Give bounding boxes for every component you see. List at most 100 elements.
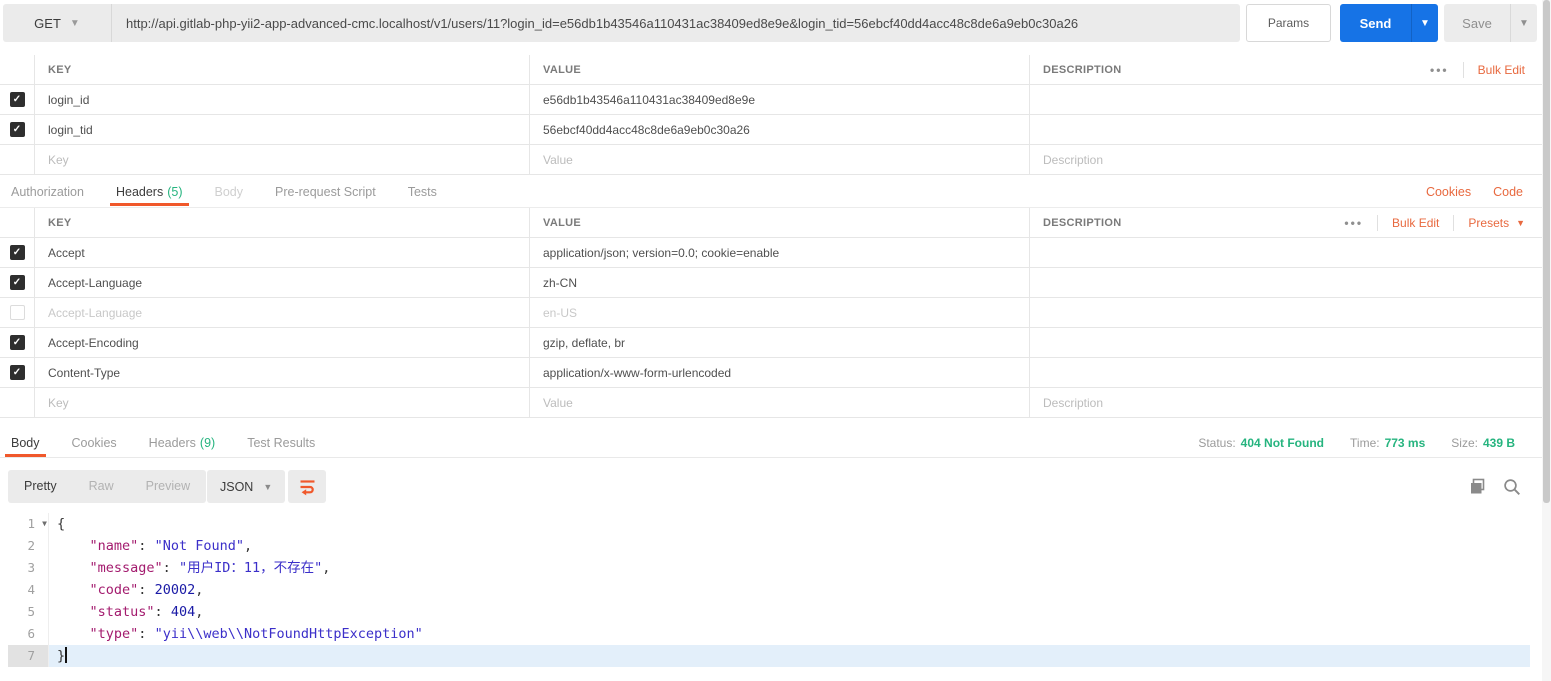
- description-field[interactable]: Description: [1030, 145, 1551, 174]
- description-field[interactable]: [1030, 115, 1551, 144]
- key-field[interactable]: Accept-Encoding: [35, 328, 530, 357]
- view-mode-raw[interactable]: Raw: [73, 470, 130, 503]
- tab-authorization[interactable]: Authorization: [8, 177, 87, 206]
- description-field[interactable]: [1030, 298, 1551, 327]
- cookies-link[interactable]: Cookies: [1426, 185, 1471, 199]
- row-checkbox[interactable]: [10, 305, 25, 320]
- copy-icon[interactable]: [1470, 478, 1487, 495]
- checkbox-cell: ✓: [0, 328, 35, 357]
- checkbox-cell: ✓: [0, 268, 35, 297]
- size-label: Size:: [1451, 436, 1478, 450]
- tab-pre-request-script[interactable]: Pre-request Script: [272, 177, 379, 206]
- bulk-edit-link[interactable]: Bulk Edit: [1464, 63, 1551, 77]
- tab-cookies[interactable]: Cookies: [69, 428, 120, 457]
- tab-body[interactable]: Body: [212, 177, 247, 206]
- params-button[interactable]: Params: [1246, 4, 1331, 42]
- tab-label: Headers: [149, 436, 196, 450]
- row-checkbox[interactable]: ✓: [10, 92, 25, 107]
- value-field[interactable]: e56db1b43546a110431ac38409ed8e9e: [530, 85, 1030, 114]
- size-badge: Size: 439 B: [1451, 436, 1515, 450]
- description-field[interactable]: Description: [1030, 388, 1551, 417]
- code-line: 2 "name": "Not Found",: [8, 535, 1530, 557]
- kv-row: ✓ Accept-Encodinggzip, deflate, br: [0, 328, 1551, 358]
- row-checkbox[interactable]: ✓: [10, 122, 25, 137]
- status-badge: Status: 404 Not Found: [1198, 436, 1324, 450]
- tab-test-results[interactable]: Test Results: [244, 428, 318, 457]
- code-token: "status": [90, 604, 155, 620]
- row-checkbox[interactable]: ✓: [10, 365, 25, 380]
- key-field[interactable]: login_id: [35, 85, 530, 114]
- key-field[interactable]: Accept-Language: [35, 268, 530, 297]
- value-field[interactable]: 56ebcf40dd4acc48c8de6a9eb0c30a26: [530, 115, 1030, 144]
- response-toolbar: PrettyRawPreview JSON ▼: [0, 470, 1551, 504]
- value-field[interactable]: zh-CN: [530, 268, 1030, 297]
- code-token: :: [138, 582, 154, 598]
- presets-dropdown[interactable]: Presets ▼: [1454, 216, 1551, 230]
- headers-rows: ✓ Acceptapplication/json; version=0.0; co…: [0, 238, 1551, 418]
- response-body-editor[interactable]: 1▼{2 "name": "Not Found",3 "message": "用…: [8, 508, 1530, 678]
- page-scrollbar[interactable]: [1542, 0, 1551, 681]
- key-field[interactable]: login_tid: [35, 115, 530, 144]
- line-number: 2: [8, 535, 48, 557]
- description-field[interactable]: [1030, 268, 1551, 297]
- key-field[interactable]: Content-Type: [35, 358, 530, 387]
- method-select[interactable]: GET ▼: [3, 4, 112, 42]
- code-token: "name": [90, 538, 139, 554]
- size-value: 439 B: [1483, 436, 1515, 450]
- request-bar: GET ▼ http://api.gitlab-php-yii2-app-adv…: [0, 0, 1551, 47]
- row-checkbox[interactable]: ✓: [10, 275, 25, 290]
- view-mode-pretty[interactable]: Pretty: [8, 470, 73, 503]
- response-tabs: Body Cookies Headers (9) Test Results Status…: [0, 428, 1551, 458]
- code-token: [57, 560, 90, 576]
- key-field[interactable]: Accept-Language: [35, 298, 530, 327]
- key-field[interactable]: Key: [35, 388, 530, 417]
- url-input[interactable]: http://api.gitlab-php-yii2-app-advanced-…: [112, 4, 1240, 42]
- send-button-group: Send ▼: [1340, 4, 1438, 42]
- line-content: "status": 404,: [48, 601, 1530, 623]
- format-select[interactable]: JSON ▼: [207, 470, 285, 503]
- tab-headers[interactable]: Headers (9): [146, 428, 219, 457]
- wrap-text-icon: [298, 477, 317, 496]
- text-cursor: [65, 647, 67, 663]
- tab-body[interactable]: Body: [8, 428, 43, 457]
- value-field[interactable]: application/json; version=0.0; cookie=en…: [530, 238, 1030, 267]
- bulk-edit-link[interactable]: Bulk Edit: [1378, 216, 1453, 230]
- description-field[interactable]: [1030, 358, 1551, 387]
- send-button[interactable]: Send: [1340, 4, 1411, 42]
- more-options-icon[interactable]: •••: [1330, 216, 1377, 230]
- row-checkbox[interactable]: ✓: [10, 335, 25, 350]
- more-options-icon[interactable]: •••: [1416, 63, 1463, 77]
- key-field[interactable]: Accept: [35, 238, 530, 267]
- search-icon[interactable]: [1503, 478, 1521, 496]
- tab-tests[interactable]: Tests: [405, 177, 440, 206]
- code-token: ,: [195, 582, 203, 598]
- line-number: 4: [8, 579, 48, 601]
- scrollbar-thumb[interactable]: [1543, 0, 1550, 503]
- key-field[interactable]: Key: [35, 145, 530, 174]
- tab-count: (9): [200, 436, 215, 450]
- save-button[interactable]: Save: [1444, 4, 1510, 42]
- description-field[interactable]: [1030, 85, 1551, 114]
- save-options-caret[interactable]: ▼: [1510, 4, 1537, 42]
- value-field[interactable]: Value: [530, 145, 1030, 174]
- code-link[interactable]: Code: [1493, 185, 1523, 199]
- time-value: 773 ms: [1385, 436, 1426, 450]
- value-field[interactable]: application/x-www-form-urlencoded: [530, 358, 1030, 387]
- headers-table-header: KEY VALUE DESCRIPTION ••• Bulk Edit Pres…: [0, 208, 1551, 238]
- query-params-table: KEY VALUE DESCRIPTION ••• Bulk Edit ✓log…: [0, 55, 1551, 175]
- description-field[interactable]: [1030, 328, 1551, 357]
- tab-headers[interactable]: Headers(5): [113, 177, 186, 206]
- wrap-text-button[interactable]: [288, 470, 326, 503]
- description-field[interactable]: [1030, 238, 1551, 267]
- value-field[interactable]: Value: [530, 388, 1030, 417]
- value-field[interactable]: gzip, deflate, br: [530, 328, 1030, 357]
- description-column-header: DESCRIPTION ••• Bulk Edit: [1030, 55, 1551, 84]
- code-token: :: [155, 604, 171, 620]
- view-mode-preview[interactable]: Preview: [130, 470, 206, 503]
- line-content: }: [48, 645, 1530, 667]
- fold-toggle-icon[interactable]: ▼: [42, 513, 47, 535]
- send-options-caret[interactable]: ▼: [1411, 4, 1438, 42]
- value-field[interactable]: en-US: [530, 298, 1030, 327]
- kv-placeholder-row: KeyValueDescription: [0, 388, 1551, 418]
- row-checkbox[interactable]: ✓: [10, 245, 25, 260]
